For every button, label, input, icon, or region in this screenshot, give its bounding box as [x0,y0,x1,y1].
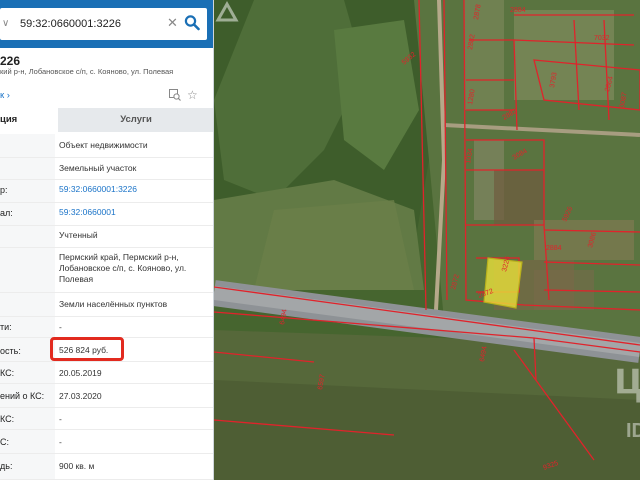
object-title: 226 [0,54,21,68]
row-label: дь: [0,461,13,471]
table-row: Учтенный [0,226,213,248]
map-label: 7032 [594,35,610,42]
cian-logo [215,0,239,22]
row-label: ений о КС: [0,391,45,401]
row-value: Земли населённых пунктов [59,299,168,309]
table-row: Земельный участок [0,158,213,180]
row-value: 900 кв. м [59,461,95,471]
table-row: ений о КС: 27.03.2020 [0,384,213,408]
row-value: - [59,437,62,447]
row-value: - [59,414,62,424]
row-value: 27.03.2020 [59,391,102,401]
table-row: С: - [0,430,213,454]
map-label: 2884 [546,245,562,252]
map-view[interactable]: 3226 2872 2872 6494 6494 6597 3086 2884 … [214,0,640,480]
table-row: дь: 900 кв. м [0,454,213,480]
tab-information[interactable]: ция [0,108,58,132]
search-icon[interactable] [184,14,200,34]
table-row: КС: - [0,408,213,430]
table-row: р: 59:32:0660001:3226 [0,180,213,203]
price-highlight-box [50,337,124,361]
map-label: 2884 [510,7,526,14]
row-value: Объект недвижимости [59,140,148,150]
table-row: ти: - [0,317,213,338]
info-panel: ∨ ✕ 226 кий р-н, Лобановское с/п, с. Коя… [0,0,214,480]
chevron-down-icon[interactable]: ∨ [2,18,9,29]
row-label: ти: [0,322,12,332]
row-value: Пермский край, Пермский р-н, Лобановское… [59,252,187,284]
row-label: р: [0,185,8,195]
back-link[interactable]: к › [0,90,10,101]
star-icon[interactable]: ☆ [187,88,198,102]
row-label: ал: [0,208,13,218]
table-row: Объект недвижимости [0,134,213,158]
table-row: Пермский край, Пермский р-н, Лобановское… [0,248,213,293]
table-row: КС: 20.05.2019 [0,362,213,384]
search-input[interactable] [20,15,165,33]
search-bar: ∨ ✕ [0,0,213,48]
row-value: Учтенный [59,230,98,240]
row-value: Земельный участок [59,163,137,173]
object-address: кий р-н, Лобановское с/п, с. Кояново, ул… [0,67,174,76]
tabs: ция Услуги [0,108,213,132]
row-label: КС: [0,368,15,378]
row-label: ость: [0,346,21,356]
zoom-to-object-icon[interactable] [169,89,181,103]
close-icon[interactable]: ✕ [167,15,178,31]
tab-services[interactable]: Услуги [58,108,213,132]
table-row: Земли населённых пунктов [0,293,213,317]
map-canvas: 3226 2872 2872 6494 6494 6597 3086 2884 … [214,0,640,480]
search-box: ∨ ✕ [0,8,207,40]
watermark-id: ID 245669668 [626,420,640,442]
row-label: С: [0,437,9,447]
watermark-text: циан [614,351,640,403]
row-label: КС: [0,414,15,424]
row-value: 20.05.2019 [59,368,102,378]
row-value: - [59,322,62,332]
table-row: ал: 59:32:0660001 [0,203,213,226]
back-link-label: к [0,90,5,101]
cadastral-quarter-link[interactable]: 59:32:0660001 [59,207,211,218]
cadastral-number-link[interactable]: 59:32:0660001:3226 [59,184,211,195]
